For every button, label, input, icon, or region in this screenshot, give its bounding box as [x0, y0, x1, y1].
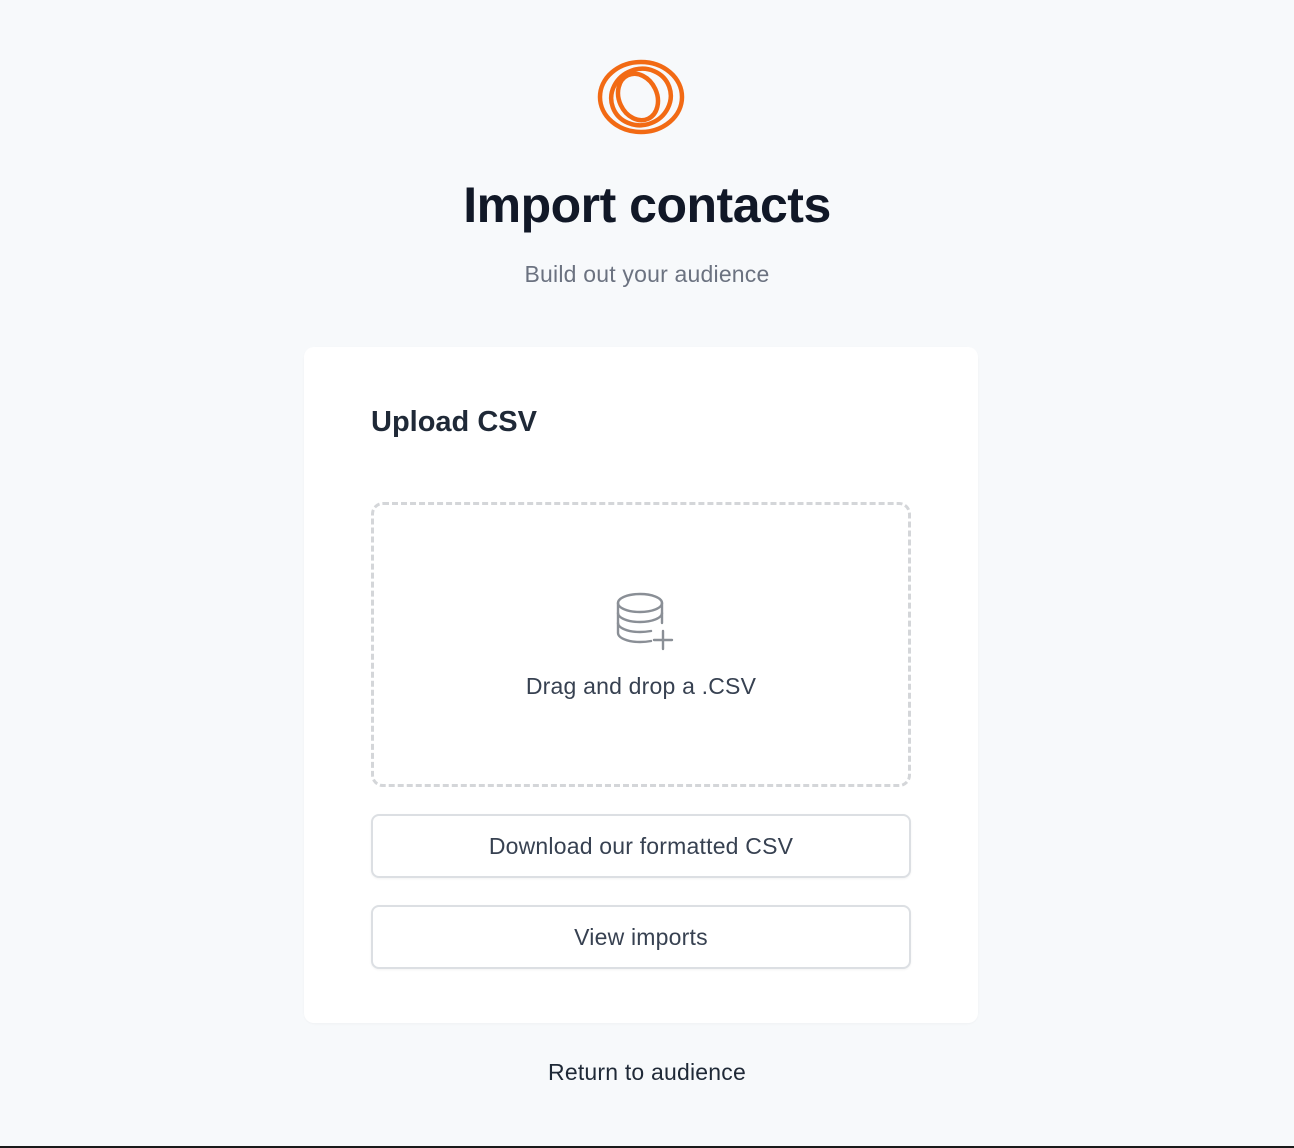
- dropzone-label: Drag and drop a .CSV: [525, 673, 757, 699]
- upload-csv-card: Upload CSV Drag and drop a .CSV Download…: [304, 347, 978, 1023]
- download-formatted-csv-button[interactable]: Download our formatted CSV: [371, 814, 911, 878]
- page-subtitle: Build out your audience: [524, 261, 770, 287]
- return-to-audience-link[interactable]: Return to audience: [548, 1059, 746, 1085]
- import-contacts-page: Import contacts Build out your audience …: [0, 0, 1294, 1148]
- return-to-audience-container: Return to audience: [0, 1059, 1294, 1086]
- csv-dropzone[interactable]: Drag and drop a .CSV: [371, 502, 911, 787]
- database-add-icon: [614, 591, 676, 653]
- brand-logo-icon: [596, 58, 686, 136]
- view-imports-button[interactable]: View imports: [371, 905, 911, 969]
- page-title: Import contacts: [463, 177, 831, 233]
- card-title: Upload CSV: [371, 406, 537, 438]
